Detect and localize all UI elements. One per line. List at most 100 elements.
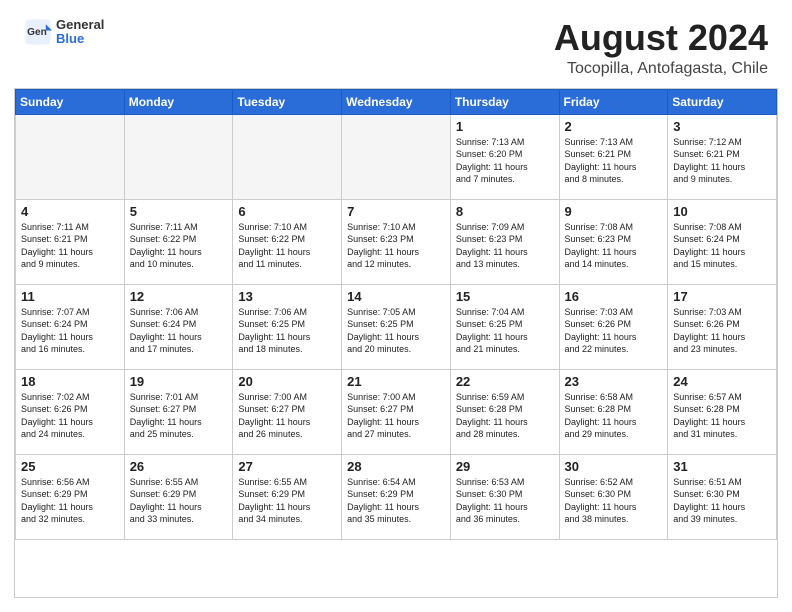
day-cell: 7Sunrise: 7:10 AM Sunset: 6:23 PM Daylig… [342, 199, 451, 284]
day-number: 23 [565, 374, 663, 389]
day-number: 15 [456, 289, 554, 304]
header: Gen General Blue August 2024 Tocopilla, … [0, 0, 792, 88]
day-number: 30 [565, 459, 663, 474]
day-number: 27 [238, 459, 336, 474]
day-cell: 30Sunrise: 6:52 AM Sunset: 6:30 PM Dayli… [559, 454, 668, 539]
day-cell: 16Sunrise: 7:03 AM Sunset: 6:26 PM Dayli… [559, 284, 668, 369]
day-number: 14 [347, 289, 445, 304]
day-cell: 9 Sunrise: 7:08 AM Sunset: 6:23 PM Daylig… [559, 199, 668, 284]
location: Tocopilla, Antofagasta, Chile [554, 60, 768, 78]
day-cell: 22 Sunrise: 6:59 AM Sunset: 6:28 PM Dayli… [450, 369, 559, 454]
calendar-table: SundayMondayTuesdayWednesdayThursdayFrid… [15, 89, 777, 540]
day-number: 24 [673, 374, 771, 389]
day-number: 3 [673, 119, 771, 134]
day-info: Sunrise: 7:00 AM Sunset: 6:27 PM Dayligh… [238, 391, 336, 441]
day-info: Sunrise: 7:00 AM Sunset: 6:27 PM Dayligh… [347, 391, 445, 441]
day-number: 10 [673, 204, 771, 219]
day-cell [16, 114, 125, 199]
day-info: Sunrise: 6:58 AM Sunset: 6:28 PM Dayligh… [565, 391, 663, 441]
day-number: 28 [347, 459, 445, 474]
day-info: Sunrise: 7:13 AM Sunset: 6:21 PM Dayligh… [565, 136, 663, 186]
day-of-week-tuesday: Tuesday [233, 89, 342, 114]
week-row-5: 25Sunrise: 6:56 AM Sunset: 6:29 PM Dayli… [16, 454, 777, 539]
day-number: 16 [565, 289, 663, 304]
logo-blue-text: Blue [56, 32, 104, 46]
days-of-week-row: SundayMondayTuesdayWednesdayThursdayFrid… [16, 89, 777, 114]
day-number: 12 [130, 289, 228, 304]
day-cell: 4 Sunrise: 7:11 AM Sunset: 6:21 PM Daylig… [16, 199, 125, 284]
day-cell: 11 Sunrise: 7:07 AM Sunset: 6:24 PM Dayli… [16, 284, 125, 369]
day-info: Sunrise: 7:06 AM Sunset: 6:24 PM Dayligh… [130, 306, 228, 356]
day-number: 2 [565, 119, 663, 134]
day-number: 18 [21, 374, 119, 389]
day-number: 8 [456, 204, 554, 219]
day-cell: 8 Sunrise: 7:09 AM Sunset: 6:23 PM Daylig… [450, 199, 559, 284]
calendar: SundayMondayTuesdayWednesdayThursdayFrid… [14, 88, 778, 598]
day-number: 21 [347, 374, 445, 389]
logo: Gen General Blue [24, 18, 104, 47]
day-of-week-sunday: Sunday [16, 89, 125, 114]
day-info: Sunrise: 7:10 AM Sunset: 6:23 PM Dayligh… [347, 221, 445, 271]
day-info: Sunrise: 6:56 AM Sunset: 6:29 PM Dayligh… [21, 476, 119, 526]
day-info: Sunrise: 7:13 AM Sunset: 6:20 PM Dayligh… [456, 136, 554, 186]
day-of-week-friday: Friday [559, 89, 668, 114]
week-row-1: 1 Sunrise: 7:13 AM Sunset: 6:20 PM Daylig… [16, 114, 777, 199]
day-of-week-monday: Monday [124, 89, 233, 114]
svg-text:Gen: Gen [27, 27, 47, 38]
week-row-4: 18Sunrise: 7:02 AM Sunset: 6:26 PM Dayli… [16, 369, 777, 454]
day-info: Sunrise: 7:06 AM Sunset: 6:25 PM Dayligh… [238, 306, 336, 356]
month-year: August 2024 [554, 18, 768, 58]
day-info: Sunrise: 7:01 AM Sunset: 6:27 PM Dayligh… [130, 391, 228, 441]
week-row-2: 4 Sunrise: 7:11 AM Sunset: 6:21 PM Daylig… [16, 199, 777, 284]
day-cell: 10 Sunrise: 7:08 AM Sunset: 6:24 PM Dayli… [668, 199, 777, 284]
day-cell [233, 114, 342, 199]
day-number: 1 [456, 119, 554, 134]
day-info: Sunrise: 7:08 AM Sunset: 6:23 PM Dayligh… [565, 221, 663, 271]
day-number: 4 [21, 204, 119, 219]
day-info: Sunrise: 7:09 AM Sunset: 6:23 PM Dayligh… [456, 221, 554, 271]
day-number: 6 [238, 204, 336, 219]
day-info: Sunrise: 7:12 AM Sunset: 6:21 PM Dayligh… [673, 136, 771, 186]
day-info: Sunrise: 6:59 AM Sunset: 6:28 PM Dayligh… [456, 391, 554, 441]
day-cell: 3 Sunrise: 7:12 AM Sunset: 6:21 PM Daylig… [668, 114, 777, 199]
day-cell: 15 Sunrise: 7:04 AM Sunset: 6:25 PM Dayli… [450, 284, 559, 369]
day-info: Sunrise: 7:08 AM Sunset: 6:24 PM Dayligh… [673, 221, 771, 271]
day-info: Sunrise: 7:11 AM Sunset: 6:21 PM Dayligh… [21, 221, 119, 271]
day-info: Sunrise: 7:05 AM Sunset: 6:25 PM Dayligh… [347, 306, 445, 356]
day-info: Sunrise: 7:04 AM Sunset: 6:25 PM Dayligh… [456, 306, 554, 356]
day-number: 9 [565, 204, 663, 219]
day-number: 13 [238, 289, 336, 304]
day-info: Sunrise: 7:03 AM Sunset: 6:26 PM Dayligh… [673, 306, 771, 356]
day-of-week-saturday: Saturday [668, 89, 777, 114]
day-cell: 20 Sunrise: 7:00 AM Sunset: 6:27 PM Dayli… [233, 369, 342, 454]
title-block: August 2024 Tocopilla, Antofagasta, Chil… [554, 18, 768, 78]
day-cell: 17 Sunrise: 7:03 AM Sunset: 6:26 PM Dayli… [668, 284, 777, 369]
day-cell: 1 Sunrise: 7:13 AM Sunset: 6:20 PM Daylig… [450, 114, 559, 199]
day-info: Sunrise: 7:11 AM Sunset: 6:22 PM Dayligh… [130, 221, 228, 271]
day-cell [342, 114, 451, 199]
day-cell: 13 Sunrise: 7:06 AM Sunset: 6:25 PM Dayli… [233, 284, 342, 369]
day-cell: 14 Sunrise: 7:05 AM Sunset: 6:25 PM Dayli… [342, 284, 451, 369]
day-cell: 27Sunrise: 6:55 AM Sunset: 6:29 PM Dayli… [233, 454, 342, 539]
day-cell: 28 Sunrise: 6:54 AM Sunset: 6:29 PM Dayli… [342, 454, 451, 539]
day-info: Sunrise: 7:07 AM Sunset: 6:24 PM Dayligh… [21, 306, 119, 356]
day-cell: 18Sunrise: 7:02 AM Sunset: 6:26 PM Dayli… [16, 369, 125, 454]
day-cell: 24 Sunrise: 6:57 AM Sunset: 6:28 PM Dayli… [668, 369, 777, 454]
page: Gen General Blue August 2024 Tocopilla, … [0, 0, 792, 612]
day-number: 31 [673, 459, 771, 474]
day-info: Sunrise: 6:57 AM Sunset: 6:28 PM Dayligh… [673, 391, 771, 441]
calendar-body: 1 Sunrise: 7:13 AM Sunset: 6:20 PM Daylig… [16, 114, 777, 539]
day-number: 5 [130, 204, 228, 219]
day-cell: 2 Sunrise: 7:13 AM Sunset: 6:21 PM Daylig… [559, 114, 668, 199]
day-cell: 6Sunrise: 7:10 AM Sunset: 6:22 PM Daylig… [233, 199, 342, 284]
day-number: 17 [673, 289, 771, 304]
day-number: 11 [21, 289, 119, 304]
day-info: Sunrise: 6:54 AM Sunset: 6:29 PM Dayligh… [347, 476, 445, 526]
day-cell: 29Sunrise: 6:53 AM Sunset: 6:30 PM Dayli… [450, 454, 559, 539]
day-number: 20 [238, 374, 336, 389]
calendar-header: SundayMondayTuesdayWednesdayThursdayFrid… [16, 89, 777, 114]
logo-text: General Blue [56, 18, 104, 47]
day-cell: 31Sunrise: 6:51 AM Sunset: 6:30 PM Dayli… [668, 454, 777, 539]
day-number: 22 [456, 374, 554, 389]
day-cell: 12 Sunrise: 7:06 AM Sunset: 6:24 PM Dayli… [124, 284, 233, 369]
